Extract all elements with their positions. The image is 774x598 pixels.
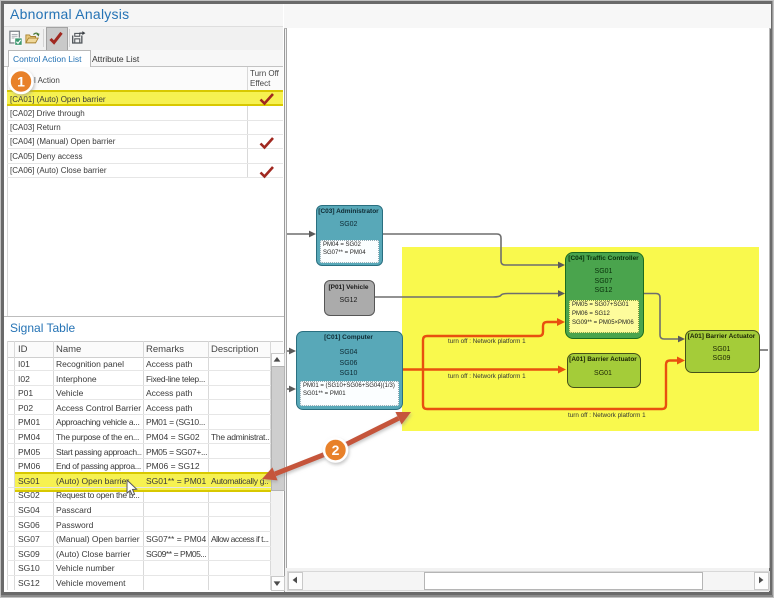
svg-text:1: 1 bbox=[17, 74, 25, 90]
svg-text:2: 2 bbox=[332, 442, 340, 458]
